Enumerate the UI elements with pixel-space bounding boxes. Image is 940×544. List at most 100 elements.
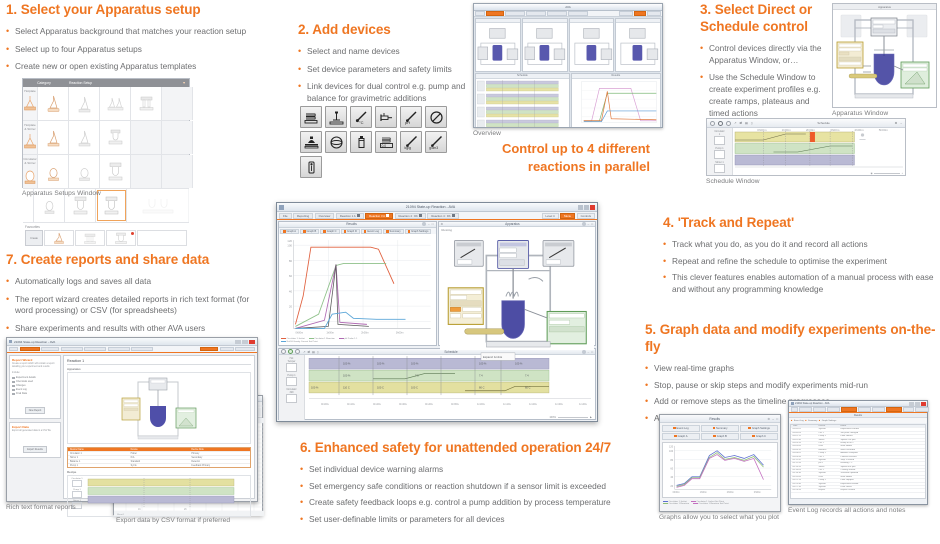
overview-schedule-pane[interactable]: Schedule [475,73,570,127]
report-preview[interactable]: Reaction 1 Apparatus Device Name Device … [63,355,255,517]
apparatus-canvas[interactable] [439,234,594,351]
play-icon[interactable] [718,120,723,126]
zoom-plus-icon[interactable]: + [902,172,903,175]
gear-icon[interactable] [581,222,586,226]
schedule-device-list[interactable]: Circulator 1 Pump 1 Stirrer 1 [707,128,733,175]
tab-graph-settings[interactable]: Graph Settings [740,424,779,432]
main-schedule-timeline[interactable]: 100 % 100 % 100 % 100 % 100 % 100 % 7.3 7.4 7… [305,352,595,420]
schedule-device[interactable]: Circulator 1 [714,130,726,145]
report-wizard-card[interactable]: Report Wizard Create a report which will… [9,355,61,420]
minimize-icon[interactable]: – [900,121,902,125]
maximize-icon[interactable] [242,339,248,344]
setup-option[interactable] [100,155,131,188]
schedule-toolbar[interactable]: ↗ ⇄ ▤ ▯ Schedule ⚙ – [707,119,905,128]
category-cell[interactable]: Circulator & Stirrer [23,155,38,188]
overview-graph-pane[interactable]: Results [570,73,661,127]
gear-icon[interactable]: ⚙ [767,417,770,421]
main-zoom-control[interactable]: 100% ▶ [549,416,592,419]
favourite-item[interactable] [75,230,105,246]
filter-icon[interactable]: ■ [791,420,792,422]
apparatus-window[interactable]: Apparatus Apparatus Window [832,3,937,117]
main-application-window[interactable]: 21094 State-up Reaction - AVA File Repor… [276,202,598,422]
results-graph-window[interactable]: Results ⚙ – □ Event Log Summary Graph Se… [659,414,781,521]
favourite-item[interactable] [106,230,136,246]
event-log-window[interactable]: 21094 State-up Reaction - AVA Results ■ … [788,400,929,514]
setup-option-disabled[interactable] [127,189,189,222]
results-plot[interactable]: 120 100 80 60 40 20 0h00m 1h00m 2h00m 3h00m [662,441,778,498]
schedule-device[interactable]: Circulator 329 [286,388,298,403]
ph-probe-icon[interactable]: pH [400,106,422,128]
minimize-icon[interactable]: – [588,222,590,226]
hotplate-icon[interactable] [300,106,322,128]
menu-button[interactable]: Menu [560,212,576,219]
tab-file[interactable]: File [279,212,292,219]
category-cell[interactable]: Hotplate & Stirrer [23,121,38,154]
setup-option[interactable] [131,87,162,120]
tab-graph-a[interactable]: Graph A [280,228,300,234]
link-icon[interactable]: ⇄ [308,350,311,354]
main-tabbar[interactable]: File Reporting Overview Reaction 1 A Rea… [277,212,597,220]
copy-icon[interactable]: ▤ [745,121,748,125]
weight-probe-icon[interactable]: kg/g [400,131,422,153]
setup-option[interactable] [38,121,69,154]
stirrer-icon[interactable] [325,106,347,128]
zoom-control[interactable]: ◉ + [871,172,904,175]
link-icon[interactable]: ⇄ [740,121,743,125]
maximize-icon[interactable] [914,401,920,406]
zoom-plus-icon[interactable]: ▶ [590,416,592,419]
balance-icon[interactable]: 0.0 [375,131,397,153]
setup-option[interactable] [100,121,131,154]
minimize-icon[interactable] [908,401,914,406]
device-palette[interactable]: °C pH 0.0 kg/g g/cm3 [300,106,452,178]
schedule-device[interactable]: Stirrer 1 [714,161,726,173]
maximize-icon[interactable]: □ [432,222,434,226]
note-icon[interactable]: ▯ [751,121,753,125]
create-button[interactable]: Create [25,230,43,246]
density-probe-icon[interactable]: g/cm3 [425,131,447,153]
syringe-pump-icon[interactable] [375,106,397,128]
no-device-icon[interactable] [425,106,447,128]
export-data-card[interactable]: Export Data Export all generated data in… [9,422,61,458]
reaction-cell[interactable] [521,18,568,72]
results-tabbar[interactable]: Event Log Summary Graph Settings [660,423,780,432]
setup-option[interactable] [100,87,131,120]
report-window[interactable]: 21094 State-up Reaction - AVA Report Wiz… [6,337,258,517]
apparatus-setups-window[interactable]: Category Reaction Setup ▼ Hotplate Hotpl… [22,78,193,246]
results-pane[interactable]: Results – □ Graph A Graph B Graph C Grap… [278,221,437,346]
thermometer-icon[interactable] [300,156,322,178]
tab-event-log[interactable]: Event Log [360,228,383,234]
close-icon[interactable] [920,401,926,406]
insert-icon[interactable]: ↗ [303,350,306,354]
minimize-icon[interactable]: – [772,417,774,421]
maximize-icon[interactable]: □ [776,417,778,421]
setup-option[interactable] [38,87,69,120]
log-table[interactable]: Time Device Event 00:00:01 System Experiment… [790,424,926,499]
zoom-icon[interactable]: ◉ [871,172,873,175]
setup-option[interactable] [69,155,100,188]
sort-icon[interactable]: ▼ [179,81,189,85]
tab-graph-b[interactable]: Graph B [701,432,739,440]
play-icon[interactable] [295,349,300,354]
tab-graph-b[interactable]: Graph B [300,228,320,234]
schedule-device[interactable]: Hot Temper [286,357,298,372]
report-sidebar[interactable]: Report Wizard Create a report which will… [9,355,61,499]
tab-summary[interactable]: Summary [383,228,404,234]
maximize-icon[interactable] [584,204,589,210]
tab-reaction-4b[interactable]: Reaction 4 : Db [427,212,459,219]
copy-icon[interactable]: ▤ [312,350,315,354]
graph-tabbar[interactable]: Graph A Graph B Graph C [660,432,780,440]
pause-icon[interactable] [726,120,731,126]
minimize-icon[interactable] [235,339,241,344]
include-option[interactable]: Chemicals used [12,380,58,383]
schedule-device[interactable]: Pump 1 [714,147,726,159]
include-option[interactable]: Changes [12,384,58,387]
tab-summary[interactable]: Summary [701,424,739,432]
reaction-cell[interactable] [568,18,615,72]
schedule-timeline[interactable]: 0h00m 1h00m 2h00m 3h00m 4h00m 5h00m ◉ + [733,128,905,175]
tab-overview[interactable]: Overview [314,212,335,219]
tab-reaction-4a[interactable]: Reaction 4 : Db [394,212,426,219]
setup-option[interactable] [38,155,69,188]
tab-graph-c[interactable]: Graph C [320,228,340,234]
tab-reaction-3-active[interactable]: Reaction 3 A [365,212,394,219]
tab-graph-c[interactable]: Graph C [740,432,779,440]
